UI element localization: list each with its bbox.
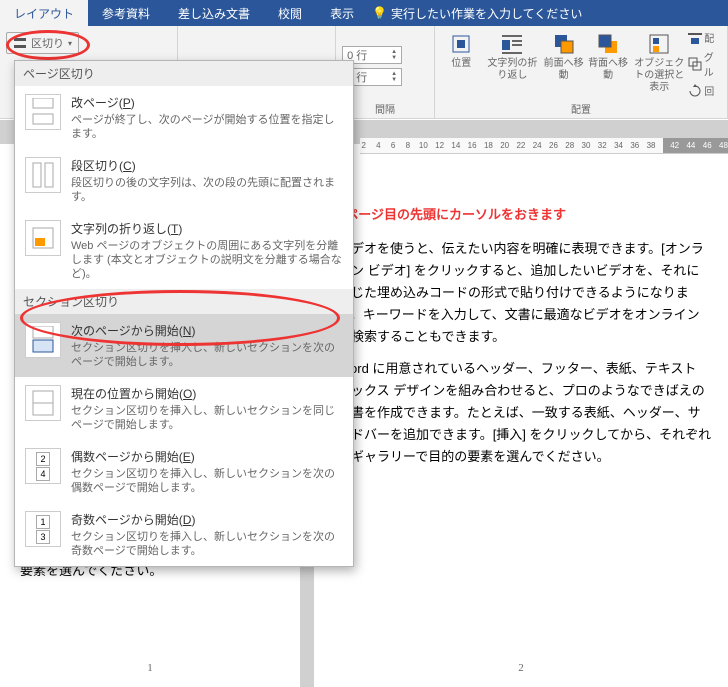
position-label: 位置: [451, 58, 471, 70]
arrange-group-label: 配置: [435, 101, 727, 116]
next-page-icon: [25, 322, 61, 358]
align-label: 配: [704, 30, 714, 45]
menu-item-title: 文字列の折り返し(T): [71, 220, 343, 237]
odd-page-icon: 13: [25, 511, 61, 547]
forward-icon: [552, 32, 576, 56]
page-break-icon: [25, 94, 61, 130]
position-button[interactable]: 位置: [439, 28, 483, 104]
group-button[interactable]: グル: [688, 49, 723, 79]
menu-item-page-break[interactable]: 改ページ(P) ページが終了し、次のページが開始する位置を指定します。: [15, 86, 353, 149]
selection-pane-button[interactable]: オブジェクトの選択と表示: [630, 28, 688, 104]
group-label: グル: [704, 49, 723, 79]
ribbon-tab-strip: レイアウト 参考資料 差し込み文書 校閲 表示 💡 実行したい作業を入力してくだ…: [0, 0, 728, 26]
backward-icon: [596, 32, 620, 56]
body-text: Word に用意されているヘッダー、フッター、表紙、テキスト ボックス デザイン…: [338, 358, 712, 468]
page-2[interactable]: 2ページ目の先頭にカーソルをおきます ビデオを使うと、伝えたい内容を明確に表現で…: [314, 144, 728, 687]
align-button[interactable]: 配: [688, 30, 723, 45]
bring-forward-button[interactable]: 前面へ移動: [541, 28, 585, 104]
breaks-dropdown-button[interactable]: 区切り ▾: [6, 32, 79, 54]
tell-me-search[interactable]: 💡 実行したい作業を入力してください: [372, 0, 582, 26]
align-icon: [688, 31, 702, 45]
column-break-icon: [25, 157, 61, 193]
tab-view[interactable]: 表示: [316, 0, 368, 26]
menu-item-title: 現在の位置から開始(O): [71, 385, 343, 402]
menu-item-next-page[interactable]: 次のページから開始(N) セクション区切りを挿入し、新しいセクションを次のページ…: [15, 314, 353, 377]
menu-item-desc: セクション区切りを挿入し、新しいセクションを次のページで開始します。: [71, 341, 343, 369]
menu-item-desc: セクション区切りを挿入し、新しいセクションを次の奇数ページで開始します。: [71, 530, 343, 558]
tab-references[interactable]: 参考資料: [88, 0, 164, 26]
rotate-label: 回: [704, 83, 714, 98]
dropdown-header-section-breaks: セクション区切り: [15, 289, 353, 314]
breaks-dropdown-menu: ページ区切り 改ページ(P) ページが終了し、次のページが開始する位置を指定しま…: [14, 60, 354, 567]
selection-pane-icon: [647, 32, 671, 56]
send-backward-button[interactable]: 背面へ移動: [586, 28, 630, 104]
horizontal-ruler[interactable]: 2468101214161820222426283032343638424446…: [360, 138, 728, 154]
rotate-button[interactable]: 回: [688, 83, 723, 98]
tab-layout[interactable]: レイアウト: [0, 0, 88, 26]
menu-item-desc: ページが終了し、次のページが開始する位置を指定します。: [71, 113, 343, 141]
group-icon: [688, 57, 702, 71]
menu-item-column-break[interactable]: 段区切り(C) 段区切りの後の文字列は、次の段の先頭に配置されます。: [15, 149, 353, 212]
continuous-icon: [25, 385, 61, 421]
menu-item-title: 次のページから開始(N): [71, 322, 343, 339]
breaks-button-label: 区切り: [31, 35, 64, 51]
rotate-icon: [688, 84, 702, 98]
menu-item-continuous[interactable]: 現在の位置から開始(O) セクション区切りを挿入し、新しいセクションを同じページ…: [15, 377, 353, 440]
menu-item-desc: Web ページのオブジェクトの周囲にある文字列を分離します (本文とオブジェクト…: [71, 239, 343, 281]
dropdown-header-page-breaks: ページ区切り: [15, 61, 353, 86]
backward-label: 背面へ移動: [586, 58, 630, 82]
wrap-icon: [500, 32, 524, 56]
even-page-icon: 24: [25, 448, 61, 484]
dropdown-caret-icon: ▾: [68, 39, 72, 48]
wrap-label: 文字列の折り返し: [483, 58, 541, 82]
forward-label: 前面へ移動: [541, 58, 585, 82]
menu-item-even-page[interactable]: 24 偶数ページから開始(E) セクション区切りを挿入し、新しいセクションを次の…: [15, 440, 353, 503]
menu-item-desc: セクション区切りを挿入し、新しいセクションを次の偶数ページで開始します。: [71, 467, 343, 495]
position-icon: [449, 32, 473, 56]
body-text: ビデオを使うと、伝えたい内容を明確に表現できます。[オンライン ビデオ] をクリ…: [338, 238, 712, 348]
page-number: 2: [518, 657, 524, 679]
menu-item-title: 改ページ(P): [71, 94, 343, 111]
text-wrap-button[interactable]: 文字列の折り返し: [483, 28, 541, 104]
menu-item-title: 奇数ページから開始(D): [71, 511, 343, 528]
text-wrapping-icon: [25, 220, 61, 256]
menu-item-desc: セクション区切りを挿入し、新しいセクションを同じページで開始します。: [71, 404, 343, 432]
spinner-icon[interactable]: ▲▼: [391, 71, 397, 83]
spinner-icon[interactable]: ▲▼: [391, 49, 397, 61]
menu-item-desc: 段区切りの後の文字列は、次の段の先頭に配置されます。: [71, 176, 343, 204]
tab-mailings[interactable]: 差し込み文書: [164, 0, 264, 26]
tab-review[interactable]: 校閲: [264, 0, 316, 26]
menu-item-text-wrapping[interactable]: 文字列の折り返し(T) Web ページのオブジェクトの周囲にある文字列を分離しま…: [15, 212, 353, 289]
selection-pane-label: オブジェクトの選択と表示: [630, 58, 688, 94]
menu-item-title: 偶数ページから開始(E): [71, 448, 343, 465]
lightbulb-icon: 💡: [372, 6, 387, 20]
breaks-icon: [13, 36, 27, 50]
menu-item-title: 段区切り(C): [71, 157, 343, 174]
tell-me-placeholder: 実行したい作業を入力してください: [391, 5, 582, 22]
annotation-text: 2ページ目の先頭にカーソルをおきます: [338, 204, 712, 226]
menu-item-odd-page[interactable]: 13 奇数ページから開始(D) セクション区切りを挿入し、新しいセクションを次の…: [15, 503, 353, 566]
page-number: 1: [147, 657, 153, 679]
